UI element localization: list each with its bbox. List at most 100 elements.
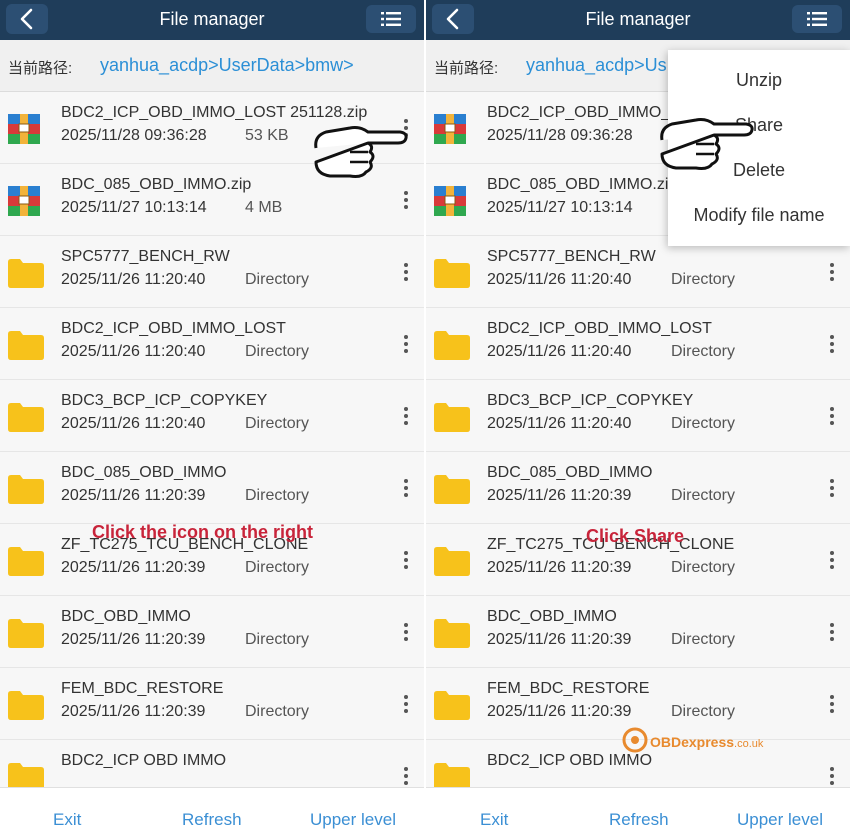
folder-icon [434,402,470,437]
watermark-brand: OBDexpress [650,734,735,750]
zip-archive-icon [434,186,466,221]
refresh-button[interactable]: Refresh [182,810,242,830]
more-options-button[interactable] [396,546,416,574]
folder-row[interactable]: SPC5777_BENCH_RW 2025/11/26 11:20:40 Dir… [426,236,850,308]
more-options-button[interactable] [822,402,842,430]
path-label: 当前路径: [434,60,499,77]
more-options-button[interactable] [396,762,416,787]
folder-date: 2025/11/26 11:20:40 [61,343,206,360]
folder-icon [434,546,470,581]
folder-row[interactable]: BDC2_ICP_OBD_IMMO_LOST 2025/11/26 11:20:… [0,308,424,380]
path-breadcrumb[interactable]: yanhua_acdp>UserData>bmw> [100,55,354,76]
file-date: 2025/11/27 10:13:14 [61,199,207,216]
menu-item-modify-file-name[interactable]: Modify file name [668,193,850,238]
folder-name: BDC3_BCP_ICP_COPYKEY [61,392,268,409]
folder-date: 2025/11/26 11:20:39 [487,703,632,720]
vertical-dots-icon [404,479,408,497]
more-options-button[interactable] [822,762,842,787]
page-title: File manager [159,9,265,29]
more-options-button[interactable] [822,474,842,502]
gear-logo-icon [622,727,648,753]
more-options-button[interactable] [822,546,842,574]
title-bar: File manager [0,0,424,40]
more-options-button[interactable] [396,330,416,358]
more-options-button[interactable] [396,186,416,214]
file-size: 4 MB [245,199,283,216]
vertical-dots-icon [404,767,408,785]
vertical-dots-icon [404,695,408,713]
folder-date: 2025/11/26 11:20:40 [487,415,632,432]
folder-icon [8,402,44,437]
more-options-button[interactable] [822,330,842,358]
folder-type: Directory [671,631,736,648]
folder-date: 2025/11/26 11:20:39 [61,703,206,720]
more-options-button[interactable] [396,474,416,502]
vertical-dots-icon [830,479,834,497]
exit-button[interactable]: Exit [480,810,508,830]
folder-icon [8,690,44,725]
file-name: BDC_085_OBD_IMMO.zip [61,176,252,193]
folder-row[interactable]: BDC_085_OBD_IMMO 2025/11/26 11:20:39 Dir… [426,452,850,524]
file-size: 53 KB [245,127,289,144]
folder-icon [8,330,44,365]
vertical-dots-icon [404,623,408,641]
folder-row[interactable]: BDC_OBD_IMMO 2025/11/26 11:20:39 Directo… [0,596,424,668]
bottom-toolbar: Exit Refresh Upper level [0,787,424,839]
watermark-logo: OBDexpress.co.uk [620,725,763,760]
watermark-domain: .co.uk [734,738,764,750]
vertical-dots-icon [404,263,408,281]
folder-date: 2025/11/26 11:20:40 [487,271,632,288]
menu-button[interactable] [366,5,416,33]
folder-type: Directory [671,703,736,720]
folder-name: BDC_OBD_IMMO [487,608,617,625]
list-menu-icon [381,12,401,26]
bottom-toolbar: Exit Refresh Upper level [426,787,850,839]
vertical-dots-icon [404,551,408,569]
exit-button[interactable]: Exit [53,810,81,830]
folder-row[interactable]: BDC3_BCP_ICP_COPYKEY 2025/11/26 11:20:40… [0,380,424,452]
folder-name: BDC2_ICP OBD IMMO [61,752,227,769]
folder-icon [434,618,470,653]
more-options-button[interactable] [396,690,416,718]
pointing-hand-icon [314,126,408,178]
more-options-button[interactable] [822,618,842,646]
more-options-button[interactable] [396,402,416,430]
upper-level-button[interactable]: Upper level [310,810,396,830]
folder-date: 2025/11/26 11:20:40 [61,415,206,432]
folder-row[interactable]: BDC3_BCP_ICP_COPYKEY 2025/11/26 11:20:40… [426,380,850,452]
refresh-button[interactable]: Refresh [609,810,669,830]
vertical-dots-icon [830,623,834,641]
folder-icon [434,258,470,293]
title-bar: File manager [426,0,850,40]
instruction-annotation: Click the icon on the right [92,522,314,542]
upper-level-button[interactable]: Upper level [737,810,823,830]
folder-name: FEM_BDC_RESTORE [61,680,224,697]
folder-row[interactable]: BDC_OBD_IMMO 2025/11/26 11:20:39 Directo… [426,596,850,668]
folder-type: Directory [245,271,310,288]
more-options-button[interactable] [822,258,842,286]
more-options-button[interactable] [396,258,416,286]
menu-button[interactable] [792,5,842,33]
file-name: BDC2_ICP_OBD_IMMO_L [487,104,680,121]
folder-row[interactable]: FEM_BDC_RESTORE 2025/11/26 11:20:39 Dire… [0,668,424,740]
pointing-hand-icon [660,118,754,170]
folder-row[interactable]: BDC2_ICP_OBD_IMMO_LOST 2025/11/26 11:20:… [426,308,850,380]
folder-icon [434,474,470,509]
vertical-dots-icon [830,767,834,785]
folder-type: Directory [671,343,736,360]
folder-name: BDC2_ICP_OBD_IMMO_LOST [487,320,712,337]
file-manager-screen-left: File manager 当前路径: yanhua_acdp>UserData>… [0,0,424,839]
folder-type: Directory [671,559,736,576]
folder-row[interactable]: BDC2_ICP OBD IMMO [0,740,424,787]
folder-name: BDC2_ICP_OBD_IMMO_LOST [61,320,286,337]
folder-date: 2025/11/26 11:20:39 [487,559,632,576]
more-options-button[interactable] [822,690,842,718]
folder-row[interactable]: BDC_085_OBD_IMMO 2025/11/26 11:20:39 Dir… [0,452,424,524]
file-list: BDC2_ICP_OBD_IMMO_LOST 251128.zip 2025/1… [0,92,424,787]
menu-item-unzip[interactable]: Unzip [668,58,850,103]
path-breadcrumb[interactable]: yanhua_acdp>Us [526,55,667,76]
folder-date: 2025/11/26 11:20:39 [487,487,632,504]
folder-row[interactable]: SPC5777_BENCH_RW 2025/11/26 11:20:40 Dir… [0,236,424,308]
folder-type: Directory [245,487,310,504]
more-options-button[interactable] [396,618,416,646]
